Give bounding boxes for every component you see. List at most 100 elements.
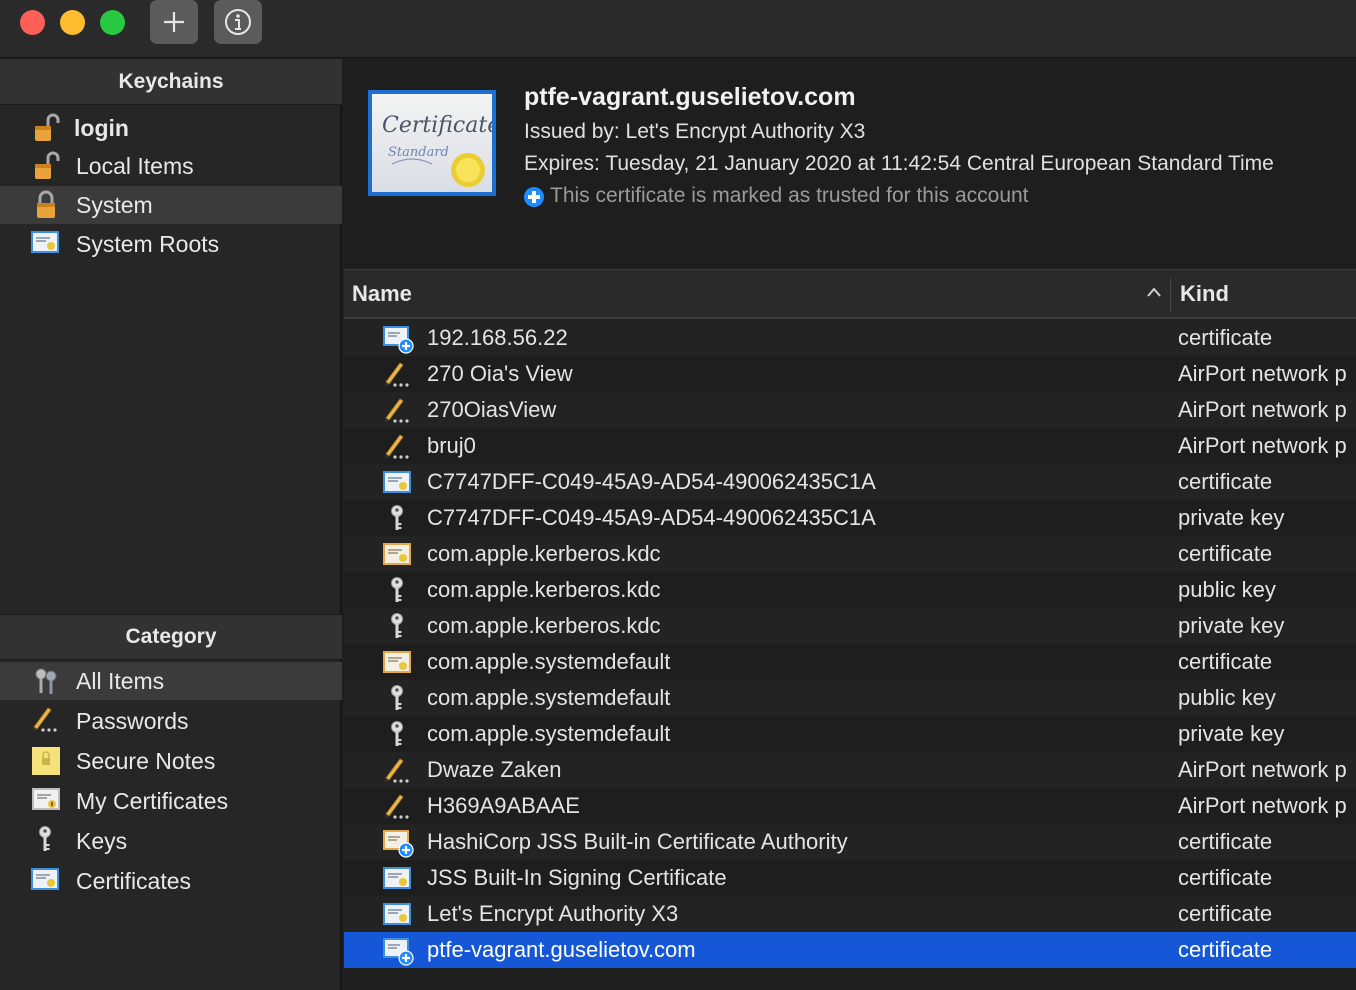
category-label: Certificates: [76, 867, 192, 894]
row-name: 270 Oia's View: [427, 361, 573, 386]
get-info-button[interactable]: [214, 0, 262, 44]
category-label: Passwords: [76, 707, 189, 734]
key-icon: [382, 504, 412, 532]
close-window-button[interactable]: [20, 10, 45, 35]
pencil-icon: [382, 360, 412, 388]
category-item-certificates[interactable]: Certificates: [0, 862, 342, 900]
certificate-icon: [382, 864, 412, 892]
table-row[interactable]: ptfe-vagrant.guselietov.com certificate: [344, 932, 1356, 968]
table-row[interactable]: bruj0 AirPort network p: [344, 428, 1356, 464]
category-label: Secure Notes: [76, 747, 216, 774]
table-row[interactable]: HashiCorp JSS Built-in Certificate Autho…: [344, 824, 1356, 860]
table-row[interactable]: 270OiasView AirPort network p: [344, 392, 1356, 428]
table-row[interactable]: com.apple.systemdefault public key: [344, 680, 1356, 716]
secure-note-icon: [30, 745, 62, 777]
key-icon: [382, 612, 412, 640]
category-item-passwords[interactable]: Passwords: [0, 702, 342, 740]
category-item-my-certificates[interactable]: My Certificates: [0, 782, 342, 820]
table-row[interactable]: C7747DFF-C049-45A9-AD54-490062435C1A priv…: [344, 500, 1356, 536]
table-row[interactable]: com.apple.kerberos.kdc certificate: [344, 536, 1356, 572]
add-item-button[interactable]: [150, 0, 198, 44]
info-icon: [225, 9, 251, 35]
row-name: com.apple.kerberos.kdc: [427, 577, 661, 602]
plus-icon: [164, 12, 184, 32]
category-label: My Certificates: [76, 787, 229, 814]
keychain-label: Local Items: [76, 152, 194, 179]
table-row[interactable]: Dwaze Zaken AirPort network p: [344, 752, 1356, 788]
category-label: Keys: [76, 827, 128, 854]
padlock-open-icon: [30, 150, 62, 182]
category-item-keys[interactable]: Keys: [0, 822, 342, 860]
row-name: C7747DFF-C049-45A9-AD54-490062435C1A: [427, 505, 876, 530]
row-name: Let's Encrypt Authority X3: [427, 901, 679, 926]
row-name: 192.168.56.22: [427, 325, 568, 350]
row-name: com.apple.systemdefault: [427, 685, 671, 710]
certificate-icon: [30, 228, 62, 260]
row-kind: private key: [1178, 505, 1285, 530]
row-kind: AirPort network p: [1178, 433, 1347, 458]
row-name: com.apple.systemdefault: [427, 649, 671, 674]
row-name: com.apple.kerberos.kdc: [427, 541, 661, 566]
keychain-item-system[interactable]: System: [0, 186, 342, 224]
cert-script-text: Certificate: [382, 113, 492, 138]
row-kind: certificate: [1178, 649, 1273, 674]
category-item-secure-notes[interactable]: Secure Notes: [0, 742, 342, 780]
table-row[interactable]: com.apple.systemdefault private key: [344, 716, 1356, 752]
row-kind: certificate: [1178, 901, 1273, 926]
row-name: bruj0: [427, 433, 476, 458]
column-header-kind[interactable]: Kind: [1180, 281, 1229, 307]
trusted-plus-icon: [524, 187, 544, 207]
table-row[interactable]: 270 Oia's View AirPort network p: [344, 356, 1356, 392]
row-kind: certificate: [1178, 325, 1273, 350]
my-certificate-icon: [30, 785, 62, 817]
table-row[interactable]: com.apple.kerberos.kdc public key: [344, 572, 1356, 608]
row-kind: private key: [1178, 613, 1285, 638]
row-kind: certificate: [1178, 937, 1273, 962]
row-kind: public key: [1178, 685, 1276, 710]
row-name: 270OiasView: [427, 397, 557, 422]
root-certificate-icon: [382, 648, 412, 676]
row-name: ptfe-vagrant.guselietov.com: [427, 937, 696, 962]
category-item-all-items[interactable]: All Items: [0, 662, 342, 700]
column-header-name[interactable]: Name: [352, 281, 412, 307]
category-header: Category: [0, 614, 342, 660]
keychain-item-local-items[interactable]: Local Items: [0, 147, 342, 185]
minimize-window-button[interactable]: [60, 10, 85, 35]
row-kind: AirPort network p: [1178, 361, 1347, 386]
window-titlebar: [0, 0, 1356, 58]
keychain-item-login[interactable]: login: [0, 109, 342, 147]
svg-text:Standard: Standard: [388, 145, 449, 160]
row-name: JSS Built-In Signing Certificate: [427, 865, 727, 890]
table-row[interactable]: com.apple.systemdefault certificate: [344, 644, 1356, 680]
row-name: com.apple.systemdefault: [427, 721, 671, 746]
table-row[interactable]: JSS Built-In Signing Certificate certific…: [344, 860, 1356, 896]
sidebar: Keychains login Local Items System System R…: [0, 59, 342, 990]
sort-ascending-icon[interactable]: [1146, 286, 1162, 298]
certificate-icon: [382, 468, 412, 496]
padlock-open-icon: [30, 112, 62, 144]
zoom-window-button[interactable]: [100, 10, 125, 35]
category-label: All Items: [76, 667, 165, 694]
expires-text: Expires: Tuesday, 21 January 2020 at 11:…: [524, 152, 1274, 175]
table-row[interactable]: H369A9ABAAE AirPort network p: [344, 788, 1356, 824]
column-divider[interactable]: [1170, 278, 1171, 312]
table-row[interactable]: com.apple.kerberos.kdc private key: [344, 608, 1356, 644]
row-kind: AirPort network p: [1178, 397, 1347, 422]
table-row[interactable]: 192.168.56.22 certificate: [344, 320, 1356, 356]
keychain-item-system-roots[interactable]: System Roots: [0, 225, 342, 263]
row-kind: AirPort network p: [1178, 757, 1347, 782]
row-kind: public key: [1178, 577, 1276, 602]
items-table: 192.168.56.22 certificate 270 Oia's View Ai…: [344, 320, 1356, 968]
certificate-icon: [30, 865, 62, 897]
row-kind: certificate: [1178, 829, 1273, 854]
pencil-icon: [382, 792, 412, 820]
detail-title: ptfe-vagrant.guselietov.com: [524, 83, 856, 111]
keychain-label: login: [74, 114, 129, 141]
pencil-icon: [30, 705, 62, 737]
row-kind: certificate: [1178, 469, 1273, 494]
main-panel: Certificate Standard ptfe-vagrant.guseli…: [344, 59, 1356, 990]
table-row[interactable]: C7747DFF-C049-45A9-AD54-490062435C1A cert…: [344, 464, 1356, 500]
table-row[interactable]: Let's Encrypt Authority X3 certificate: [344, 896, 1356, 932]
key-icon: [382, 576, 412, 604]
row-kind: certificate: [1178, 541, 1273, 566]
